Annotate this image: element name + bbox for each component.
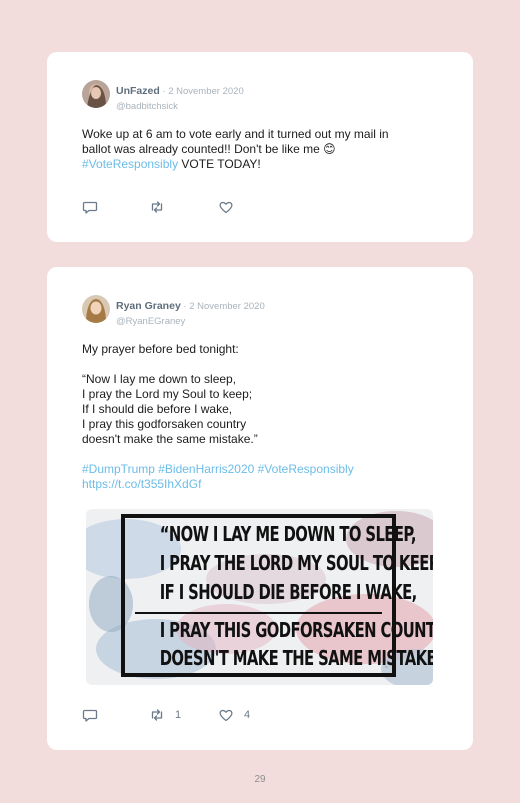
image-quote-line: I PRAY THIS GODFORSAKEN COUNTRY (159, 618, 433, 642)
tweet-line: My prayer before bed tonight: (82, 342, 239, 356)
like-count: 4 (244, 709, 251, 721)
reply-button[interactable] (82, 199, 98, 215)
quote-divider (135, 612, 382, 614)
avatar[interactable] (82, 295, 110, 323)
tweet-actions (82, 199, 442, 215)
like-button[interactable] (218, 199, 234, 215)
retweet-button[interactable] (149, 199, 165, 215)
poem-line: I pray this godforsaken country (82, 417, 247, 431)
reply-button[interactable] (82, 707, 98, 723)
image-quote-line: IF I SHOULD DIE BEFORE I WAKE, (159, 580, 418, 604)
poem-line: doesn't make the same mistake.” (82, 432, 258, 446)
avatar[interactable] (82, 80, 110, 108)
image-quote-line: I PRAY THE LORD MY SOUL TO KEEP; (159, 551, 433, 575)
image-quote-line: “NOW I LAY ME DOWN TO SLEEP, (159, 522, 417, 546)
reply-icon (82, 201, 98, 214)
tweet-text-tail: VOTE TODAY! (178, 157, 261, 171)
reply-icon (82, 709, 98, 722)
tweet-text: My prayer before bed tonight: “Now I lay… (82, 342, 442, 492)
display-name[interactable]: UnFazed (116, 85, 160, 97)
tweet-card: Ryan Graney · 2 November 2020 @RyanEGran… (47, 267, 473, 750)
hashtag-link[interactable]: #VoteResponsibly (82, 157, 178, 171)
tweet-line: ballot was already counted!! Don't be li… (82, 142, 336, 156)
retweet-icon (151, 709, 163, 721)
hashtag-links[interactable]: #DumpTrump #BidenHarris2020 #VoteRespons… (82, 462, 442, 477)
retweet-button[interactable]: 1 (149, 707, 181, 723)
display-name[interactable]: Ryan Graney (116, 300, 181, 312)
tweet-text: Woke up at 6 am to vote early and it tur… (82, 127, 442, 172)
tweet-link[interactable]: https://t.co/t355IhXdGf (82, 477, 442, 492)
tweet-date: · 2 November 2020 (159, 86, 244, 97)
retweet-count: 1 (175, 709, 182, 721)
user-handle[interactable]: @badbitchsick (116, 101, 244, 112)
poem-line: If I should die before I wake, (82, 402, 233, 416)
retweet-icon (151, 201, 163, 213)
poem-line: I pray the Lord my Soul to keep; (82, 387, 253, 401)
heart-icon (219, 709, 233, 722)
quote-frame: “NOW I LAY ME DOWN TO SLEEP, I PRAY THE … (121, 514, 433, 677)
user-handle[interactable]: @RyanEGraney (116, 316, 265, 327)
tweet-card: UnFazed · 2 November 2020 @badbitchsick … (47, 52, 473, 242)
tweet-image[interactable]: “NOW I LAY ME DOWN TO SLEEP, I PRAY THE … (86, 509, 433, 685)
signature-mark: ~ (384, 665, 388, 671)
poem-line: “Now I lay me down to sleep, (82, 372, 237, 386)
like-button[interactable]: 4 (218, 707, 250, 723)
image-quote-line: DOESN'T MAKE THE SAME MISTAKE.” (159, 646, 433, 670)
tweet-line: Woke up at 6 am to vote early and it tur… (82, 127, 389, 141)
tweet-actions: 1 4 (82, 707, 442, 723)
page-number: 29 (254, 774, 266, 785)
heart-icon (219, 201, 233, 214)
tweet-date: · 2 November 2020 (180, 301, 265, 312)
